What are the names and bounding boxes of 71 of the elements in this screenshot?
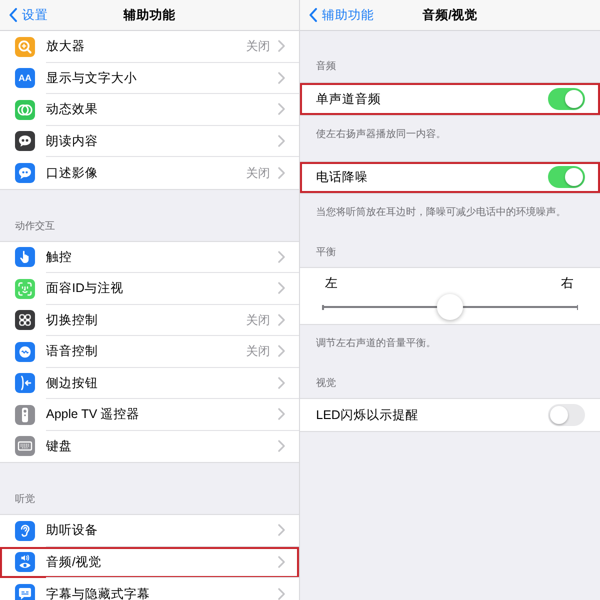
ear-icon (15, 520, 35, 541)
settings-row[interactable]: 助听设备 (0, 515, 299, 546)
back-chevron-icon (309, 8, 317, 22)
slider-label: 左 (325, 276, 338, 290)
back-button[interactable]: 辅助功能 (300, 8, 374, 22)
slider-label: 右 (561, 276, 574, 290)
section-footer: 使左右扬声器播放同一内容。 (316, 128, 446, 140)
status-text: 关闭 (246, 166, 270, 179)
caption-bubble-icon (15, 584, 35, 600)
settings-row[interactable]: Apple TV 遥控器 (0, 399, 299, 430)
status-text: 关闭 (246, 345, 270, 358)
setting-label: LED闪烁以示提醒 (316, 408, 420, 421)
chevron-right-icon (278, 40, 285, 52)
settings-row[interactable]: 音频/视觉 (0, 546, 299, 578)
section-footer: 调节左右声道的音量平衡。 (316, 338, 436, 349)
chevron-right-icon (278, 72, 285, 84)
setting-label: 单声道音频 (316, 92, 382, 105)
settings-row[interactable]: 键盘 (0, 430, 299, 462)
back-button[interactable]: 设置 (0, 8, 48, 22)
section-header: 动作交互 (15, 220, 55, 232)
chevron-right-icon (278, 524, 285, 536)
toggle-switch[interactable] (548, 404, 585, 426)
section-header: 听觉 (15, 494, 35, 505)
text-size-icon: AA (15, 68, 35, 88)
section-footer: 当您将听筒放在耳边时，降噪可减少电话中的环境噪声。 (316, 207, 566, 218)
settings-row[interactable]: 侧边按钮 (0, 368, 299, 399)
settings-row[interactable]: 朗读内容 (0, 126, 299, 157)
slider-thumb[interactable] (437, 294, 463, 320)
balance-slider[interactable] (322, 294, 578, 320)
keyboard-icon (15, 436, 35, 456)
chevron-right-icon (278, 376, 285, 389)
chevron-right-icon (278, 588, 285, 600)
settings-row[interactable]: 动态效果 (0, 94, 299, 126)
settings-row[interactable]: 切换控制 关闭 (0, 304, 299, 336)
status-text: 关闭 (246, 40, 270, 52)
speech-bubble-icon (15, 162, 35, 183)
speaker-eye-icon (15, 552, 35, 572)
remote-icon (15, 404, 35, 425)
section-header: 视觉 (316, 378, 336, 389)
chevron-right-icon (278, 103, 285, 116)
settings-row[interactable]: 放大器 关闭 (0, 31, 299, 62)
section-header: 平衡 (316, 247, 336, 258)
chevron-right-icon (278, 250, 285, 263)
setting-label: 电话降噪 (316, 171, 369, 184)
chevron-right-icon (278, 166, 285, 179)
settings-row[interactable]: 口述影像 关闭 (0, 157, 299, 188)
settings-row[interactable]: 字幕与隐藏式字幕 (0, 578, 299, 600)
back-chevron-icon (9, 8, 17, 22)
toggle-switch[interactable] (548, 166, 585, 188)
chevron-right-icon (278, 556, 285, 568)
speech-bubble-icon (15, 131, 35, 152)
chevron-right-icon (278, 440, 285, 452)
face-scan-icon (15, 278, 35, 299)
magnifier-icon (15, 36, 35, 57)
chevron-right-icon (278, 314, 285, 326)
nav-title: 辅助功能 (124, 8, 176, 22)
status-text: 关闭 (246, 314, 270, 326)
chevron-right-icon (278, 282, 285, 294)
grid-icon (15, 310, 35, 330)
settings-row[interactable]: AA 显示与文字大小 (0, 62, 299, 94)
hand-icon (15, 247, 35, 268)
toggle-switch[interactable] (548, 88, 585, 110)
settings-row[interactable]: 触控 (0, 242, 299, 273)
chevron-right-icon (278, 345, 285, 358)
overlapping-circles-icon (15, 100, 35, 120)
settings-row[interactable]: 面容ID与注视 (0, 273, 299, 304)
nav-title: 音频/视觉 (422, 8, 478, 22)
section-header: 音频 (316, 61, 336, 72)
settings-row[interactable]: 语音控制 关闭 (0, 336, 299, 368)
chevron-right-icon (278, 408, 285, 420)
chevron-right-icon (278, 134, 285, 147)
